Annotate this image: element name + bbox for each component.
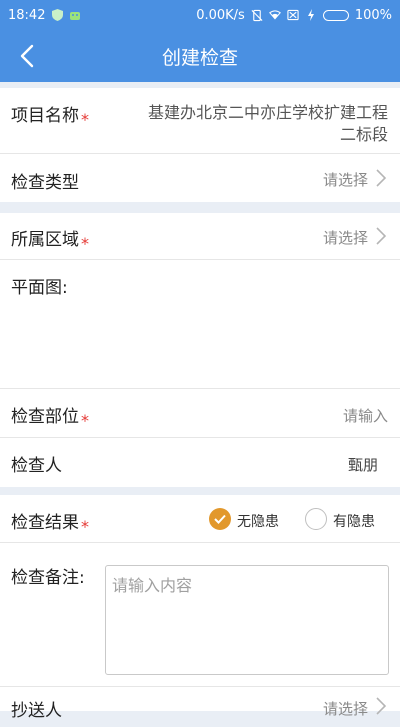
plan-label: 平面图: [11, 278, 68, 298]
sim-off-icon [287, 9, 299, 21]
app-bar: 创建检查 [0, 30, 400, 82]
required-mark: * [81, 234, 89, 253]
required-mark: * [81, 517, 89, 536]
inspector-value: 甄朋 [347, 456, 378, 474]
chevron-right-icon [376, 169, 387, 187]
page-title: 创建检查 [161, 46, 238, 69]
chevron-right-icon [376, 227, 387, 245]
inspection-type-row[interactable]: 检查类型 请选择 [0, 154, 400, 202]
charging-icon [305, 9, 317, 21]
inspection-type-label: 检查类型 [11, 173, 79, 193]
section-location: 所属区域 * 请选择 平面图: 检查部位 * 请输入 检查人 甄朋 [0, 213, 400, 487]
chevron-right-icon [376, 697, 387, 715]
radio-hazard-label[interactable]: 有隐患 [333, 511, 375, 531]
cc-row[interactable]: 抄送人 请选择 [0, 687, 400, 727]
chevron-left-icon [20, 44, 34, 68]
remark-row: 检查备注: 请输入内容 [0, 543, 400, 687]
project-name-row[interactable]: 项目名称 * 基建办北京二中亦庄学校扩建工程 二标段 [0, 88, 400, 154]
inspector-label: 检查人 [11, 456, 62, 476]
area-row[interactable]: 所属区域 * 请选择 [0, 213, 400, 260]
check-icon [214, 514, 226, 524]
part-input[interactable]: 请输入 [343, 405, 388, 426]
status-left: 18:42 [8, 8, 81, 23]
required-mark: * [81, 110, 89, 129]
battery-percent: 100% [354, 7, 392, 23]
result-row: 检查结果 * 无隐患 有隐患 [0, 495, 400, 543]
back-button[interactable] [14, 43, 40, 69]
plan-image-area[interactable] [0, 300, 400, 385]
remark-textarea[interactable]: 请输入内容 [105, 565, 389, 675]
project-name-value: 基建办北京二中亦庄学校扩建工程 二标段 [147, 103, 388, 144]
required-mark: * [81, 411, 89, 430]
part-label: 检查部位 * [11, 407, 89, 430]
cc-placeholder: 请选择 [322, 700, 368, 718]
part-row[interactable]: 检查部位 * 请输入 [0, 389, 400, 438]
vibrate-icon [251, 9, 263, 21]
section-result: 检查结果 * 无隐患 有隐患 检查备注: 请输入内容 抄送人 请选择 [0, 495, 400, 721]
plan-row: 平面图: [0, 260, 400, 389]
remark-label: 检查备注: [11, 568, 85, 588]
battery-icon [322, 9, 349, 21]
radio-hazard[interactable] [305, 508, 327, 530]
radio-no-hazard[interactable] [209, 508, 231, 530]
network-speed: 0.00K/s [196, 7, 245, 23]
status-right: 0.00K/s 100% [196, 8, 392, 23]
result-label: 检查结果 * [11, 513, 89, 536]
status-time: 18:42 [8, 7, 46, 23]
area-label: 所属区域 * [11, 230, 89, 253]
status-bar: 18:42 0.00K/s 100% [0, 0, 400, 30]
project-name-label: 项目名称 * [11, 106, 89, 129]
wifi-icon [268, 9, 281, 21]
area-placeholder: 请选择 [322, 229, 368, 247]
section-basic: 项目名称 * 基建办北京二中亦庄学校扩建工程 二标段 检查类型 请选择 [0, 88, 400, 202]
radio-no-hazard-label[interactable]: 无隐患 [237, 511, 279, 531]
android-icon [69, 9, 81, 21]
shield-icon [51, 9, 63, 21]
inspection-type-placeholder: 请选择 [322, 171, 368, 189]
cc-label: 抄送人 [11, 701, 62, 721]
inspector-row: 检查人 甄朋 [0, 438, 400, 487]
